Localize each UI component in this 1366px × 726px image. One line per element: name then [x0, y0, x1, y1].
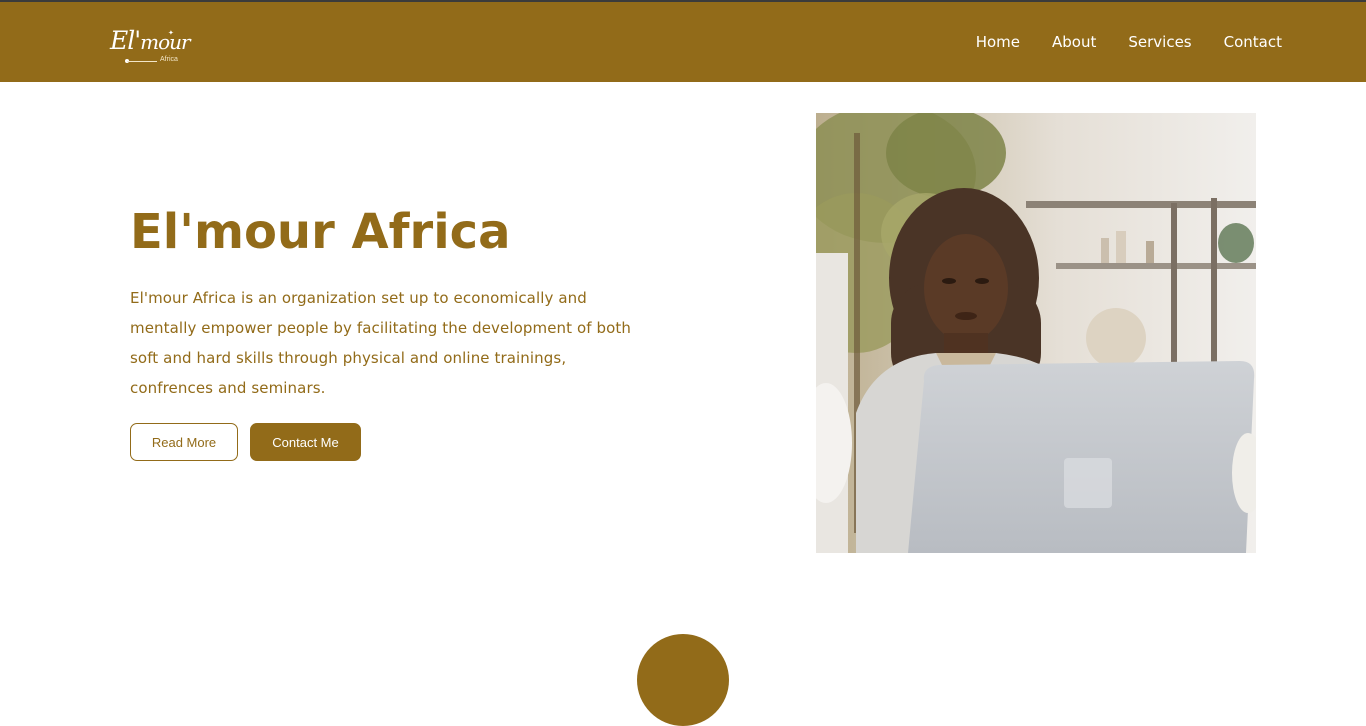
- hero-title: El'mour Africa: [130, 204, 511, 260]
- logo-underline: [127, 61, 157, 62]
- navbar: El'mour ✦ Africa Home About Services Con…: [0, 2, 1366, 82]
- nav-link-about[interactable]: About: [1052, 33, 1096, 51]
- hero-image: [816, 113, 1256, 553]
- hero-photo-illustration: [816, 113, 1256, 553]
- main-navigation: Home About Services Contact: [944, 2, 1282, 82]
- brand-logo[interactable]: El'mour ✦ Africa: [110, 26, 191, 68]
- hero-description: El'mour Africa is an organization set up…: [130, 289, 632, 397]
- nav-link-home[interactable]: Home: [976, 33, 1020, 51]
- nav-link-contact[interactable]: Contact: [1224, 33, 1282, 51]
- logo-sparkle-icon: ✦: [168, 29, 174, 37]
- scroll-indicator-circle: [637, 634, 729, 726]
- read-more-button[interactable]: Read More: [130, 423, 238, 461]
- nav-link-services[interactable]: Services: [1128, 33, 1191, 51]
- contact-me-button[interactable]: Contact Me: [250, 423, 361, 461]
- logo-wordmark: El'mour: [110, 26, 191, 55]
- logo-subtitle: Africa: [160, 56, 178, 63]
